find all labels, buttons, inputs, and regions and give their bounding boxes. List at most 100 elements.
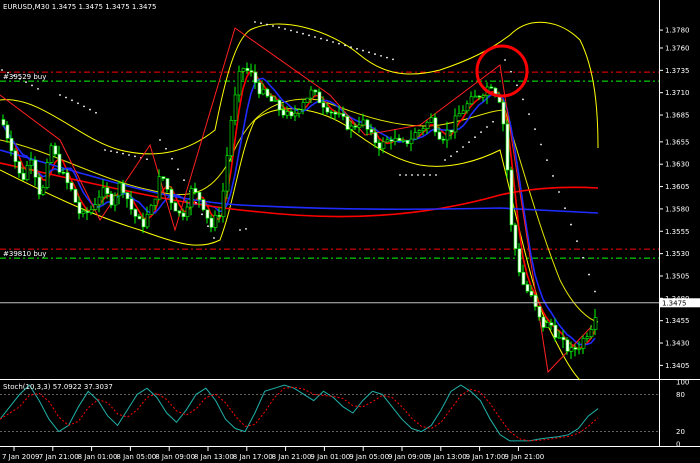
candle-body bbox=[529, 290, 534, 296]
candle-body bbox=[321, 102, 326, 108]
candle-body bbox=[281, 109, 286, 116]
price-tick-label: 1.3685 bbox=[665, 112, 690, 120]
candle-body bbox=[521, 272, 526, 285]
candle-body bbox=[381, 141, 386, 149]
candle-body bbox=[173, 202, 178, 212]
sar-dot bbox=[195, 201, 197, 204]
candle-body bbox=[69, 182, 74, 190]
candle-body bbox=[169, 189, 174, 204]
candle-body bbox=[481, 95, 486, 98]
candle-body bbox=[209, 217, 214, 228]
candle-body bbox=[49, 145, 54, 163]
candle-body bbox=[81, 210, 86, 214]
sar-dot bbox=[374, 53, 376, 55]
candle-body bbox=[465, 103, 470, 112]
sar-dot bbox=[492, 120, 494, 123]
candle-body bbox=[109, 193, 114, 206]
candle-body bbox=[57, 153, 62, 173]
sar-dot bbox=[290, 29, 292, 32]
sar-dot bbox=[546, 159, 548, 162]
candle-body bbox=[125, 192, 130, 200]
time-tick-label: 9 Jan 13:00 bbox=[427, 453, 467, 461]
candle-body bbox=[141, 218, 146, 228]
candle-body bbox=[261, 88, 266, 95]
stoch-tick-label: 100 bbox=[676, 379, 689, 387]
candle-body bbox=[577, 348, 582, 350]
candle-body bbox=[589, 329, 594, 337]
sar-dot bbox=[435, 174, 437, 176]
candle-body bbox=[401, 140, 406, 142]
sar-dot bbox=[128, 154, 130, 156]
sar-dot bbox=[183, 179, 185, 182]
candle-body bbox=[305, 97, 310, 103]
sar-dot bbox=[165, 147, 167, 150]
time-tick-label: 7 Jan 2009 bbox=[2, 453, 40, 461]
candle-body bbox=[421, 128, 426, 131]
candle-body bbox=[309, 89, 314, 99]
sar-dot bbox=[534, 128, 536, 131]
stoch-tick-label: 0 bbox=[676, 441, 680, 449]
sar-dot bbox=[588, 273, 590, 276]
candle-body bbox=[433, 117, 438, 133]
sar-dot bbox=[528, 113, 530, 115]
candle-body bbox=[29, 159, 34, 166]
sar-dot bbox=[522, 98, 524, 101]
candle-body bbox=[229, 120, 234, 157]
time-tick-label: 8 Jan 05:00 bbox=[116, 453, 156, 461]
candle-body bbox=[129, 198, 134, 210]
sar-dot bbox=[89, 108, 91, 111]
candle-body bbox=[241, 67, 246, 72]
candle-body bbox=[513, 224, 518, 249]
candle-body bbox=[293, 112, 298, 117]
candle-body bbox=[389, 139, 394, 142]
price-tick-label: 1.3580 bbox=[665, 205, 690, 213]
candle-body bbox=[441, 138, 446, 141]
candle-body bbox=[197, 191, 202, 200]
sar-dot bbox=[570, 223, 572, 226]
candle-body bbox=[89, 209, 94, 213]
candle-body bbox=[253, 71, 258, 83]
sar-dot bbox=[122, 152, 124, 155]
candle-body bbox=[429, 117, 434, 123]
candle-body bbox=[593, 317, 598, 330]
sar-dot bbox=[65, 96, 67, 99]
candle-body bbox=[445, 129, 450, 141]
candle-body bbox=[585, 336, 590, 339]
candle-body bbox=[505, 123, 510, 171]
sar-dot bbox=[110, 150, 112, 152]
sar-dot bbox=[213, 237, 215, 239]
sar-dot bbox=[159, 139, 161, 141]
candle-body bbox=[489, 86, 494, 89]
candle-body bbox=[349, 125, 354, 130]
sar-dot bbox=[104, 149, 106, 151]
price-tick-label: 1.3630 bbox=[665, 161, 690, 169]
candle-body bbox=[161, 176, 166, 179]
price-tick-label: 1.3555 bbox=[665, 228, 690, 236]
time-tick-label: 9 Jan 21:00 bbox=[504, 453, 544, 461]
time-tick-label: 9 Jan 05:00 bbox=[349, 453, 389, 461]
candle-body bbox=[265, 88, 270, 97]
sar-dot bbox=[504, 59, 506, 61]
sar-dot bbox=[177, 168, 179, 171]
sar-dot bbox=[171, 157, 173, 160]
sar-dot bbox=[71, 99, 73, 102]
sar-dot bbox=[392, 58, 394, 61]
sar-dot bbox=[146, 158, 148, 161]
price-chart[interactable]: #39529 buy #39810 buy 100 80 20 0 1.3780 1.37… bbox=[0, 0, 700, 463]
sar-dot bbox=[405, 174, 407, 176]
candle-body bbox=[269, 95, 274, 102]
candle-body bbox=[333, 111, 338, 115]
candle-body bbox=[549, 322, 554, 326]
candle-body bbox=[93, 204, 98, 210]
candle-body bbox=[557, 336, 562, 339]
candle-body bbox=[221, 190, 226, 217]
candle-body bbox=[181, 212, 186, 217]
candle-body bbox=[373, 132, 378, 144]
candle-body bbox=[377, 142, 382, 149]
candle-body bbox=[565, 339, 570, 352]
candle-body bbox=[257, 82, 262, 95]
symbol-header: EURUSD,M30 1.3475 1.3475 1.3475 1.3475 bbox=[3, 3, 156, 11]
time-tick-label: 7 Jan 21:00 bbox=[39, 453, 79, 461]
candle-body bbox=[345, 116, 350, 130]
sar-dot bbox=[594, 290, 596, 293]
